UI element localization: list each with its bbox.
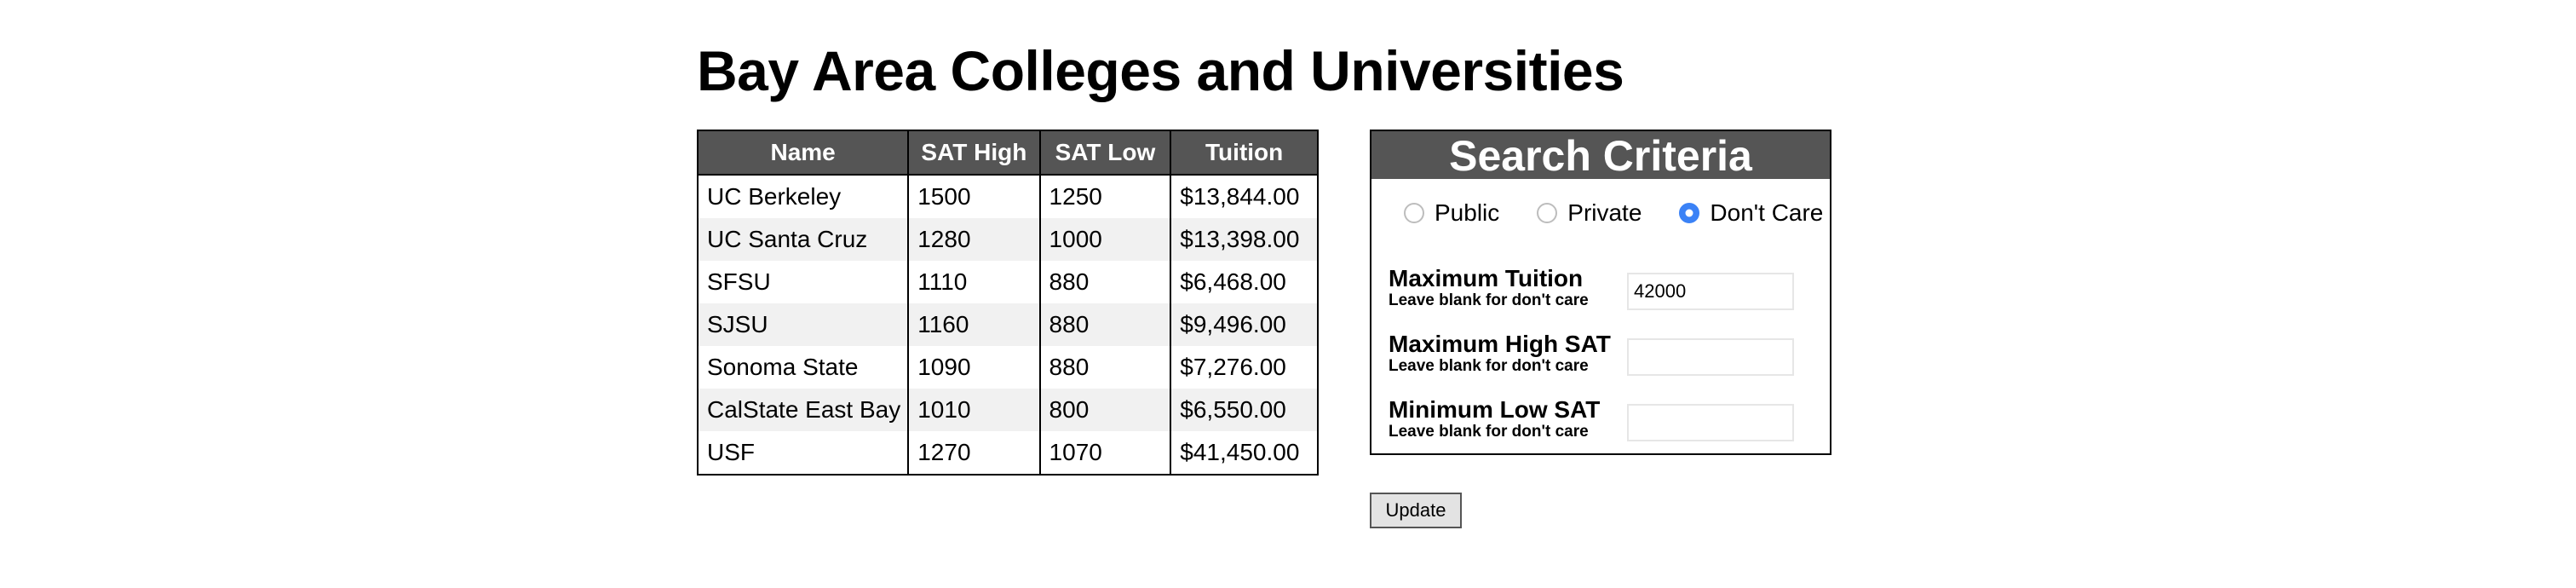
cell-tuition: $7,276.00 — [1180, 354, 1286, 380]
column-header-tuition: Tuition — [1170, 130, 1318, 176]
table-row: SFSU 1110 880 $6,468.00 — [698, 261, 1318, 303]
cell-sat-low: 880 — [1039, 303, 1172, 346]
cell-sat-low: 1250 — [1039, 175, 1172, 218]
radio-dont-care-circle[interactable] — [1679, 203, 1700, 223]
radio-dont-care[interactable]: Don't Care — [1679, 199, 1823, 227]
table-row: SJSU 1160 880 $9,496.00 — [698, 303, 1318, 346]
radio-private[interactable]: Private — [1537, 199, 1642, 227]
cell-sat-high: 1270 — [908, 431, 1041, 475]
cell-tuition: $6,468.00 — [1180, 268, 1286, 295]
cell-name: UC Berkeley — [698, 175, 910, 218]
cell-sat-high: 1010 — [908, 389, 1041, 431]
cell-tuition: $41,450.00 — [1180, 439, 1300, 465]
radio-dont-care-label: Don't Care — [1710, 199, 1824, 226]
school-type-radio-group: Public Private Don't Care — [1404, 199, 1823, 227]
table-row: CalState East Bay 1010 800 $6,550.00 — [698, 389, 1318, 431]
cell-tuition: $9,496.00 — [1170, 303, 1318, 346]
table-row: UC Berkeley 1500 1250 $13,844.00 — [698, 175, 1318, 218]
max-tuition-input[interactable] — [1627, 273, 1794, 310]
table-row: USF 1270 1070 $41,450.00 — [698, 431, 1318, 475]
cell-name: CalState East Bay — [698, 389, 910, 431]
radio-public-circle[interactable] — [1404, 203, 1424, 223]
cell-name: SJSU — [698, 303, 910, 346]
search-criteria-title: Search Criteria — [1371, 131, 1830, 180]
cell-sat-high: 1500 — [908, 175, 1041, 218]
radio-private-label: Private — [1567, 199, 1642, 226]
cell-tuition: $13,844.00 — [1180, 183, 1300, 210]
cell-name: UC Santa Cruz — [698, 218, 910, 261]
table-row: UC Santa Cruz 1280 1000 $13,398.00 — [698, 218, 1318, 261]
table-row: Sonoma State 1090 880 $7,276.00 — [698, 346, 1318, 389]
cell-tuition: $13,398.00 — [1170, 218, 1318, 261]
cell-sat-low: 1070 — [1039, 431, 1172, 475]
page-title: Bay Area Colleges and Universities — [697, 39, 1624, 102]
cell-sat-high: 1110 — [908, 261, 1041, 303]
radio-public[interactable]: Public — [1404, 199, 1499, 227]
cell-tuition: $6,550.00 — [1170, 389, 1318, 431]
cell-sat-high: 1090 — [908, 346, 1041, 389]
cell-sat-low: 800 — [1039, 389, 1172, 431]
column-header-sat-low: SAT Low — [1039, 130, 1172, 176]
radio-public-label: Public — [1435, 199, 1500, 226]
page: Bay Area Colleges and Universities Name … — [0, 0, 2576, 588]
cell-sat-high: 1160 — [908, 303, 1041, 346]
table-header-row: Name SAT High SAT Low Tuition — [698, 130, 1318, 176]
cell-name: USF — [698, 431, 910, 475]
cell-sat-low: 1000 — [1039, 218, 1172, 261]
cell-sat-high: 1280 — [908, 218, 1041, 261]
cell-name: Sonoma State — [698, 346, 910, 389]
cell-sat-low: 880 — [1039, 261, 1172, 303]
column-header-sat-high: SAT High — [908, 130, 1041, 176]
cell-sat-low: 880 — [1039, 346, 1172, 389]
colleges-table: Name SAT High SAT Low Tuition UC Berkele… — [697, 130, 1319, 476]
max-high-sat-row: Maximum High SAT Leave blank for don't c… — [1389, 331, 1814, 376]
max-high-sat-input[interactable] — [1627, 338, 1794, 376]
cell-name: SFSU — [698, 261, 910, 303]
column-header-name: Name — [698, 130, 910, 176]
search-criteria-panel: Search Criteria Public Private Don't Car… — [1370, 130, 1831, 455]
min-low-sat-row: Minimum Low SAT Leave blank for don't ca… — [1389, 397, 1814, 441]
radio-private-circle[interactable] — [1537, 203, 1558, 223]
min-low-sat-input[interactable] — [1627, 404, 1794, 441]
max-tuition-row: Maximum Tuition Leave blank for don't ca… — [1389, 266, 1814, 310]
update-button[interactable]: Update — [1370, 493, 1462, 528]
